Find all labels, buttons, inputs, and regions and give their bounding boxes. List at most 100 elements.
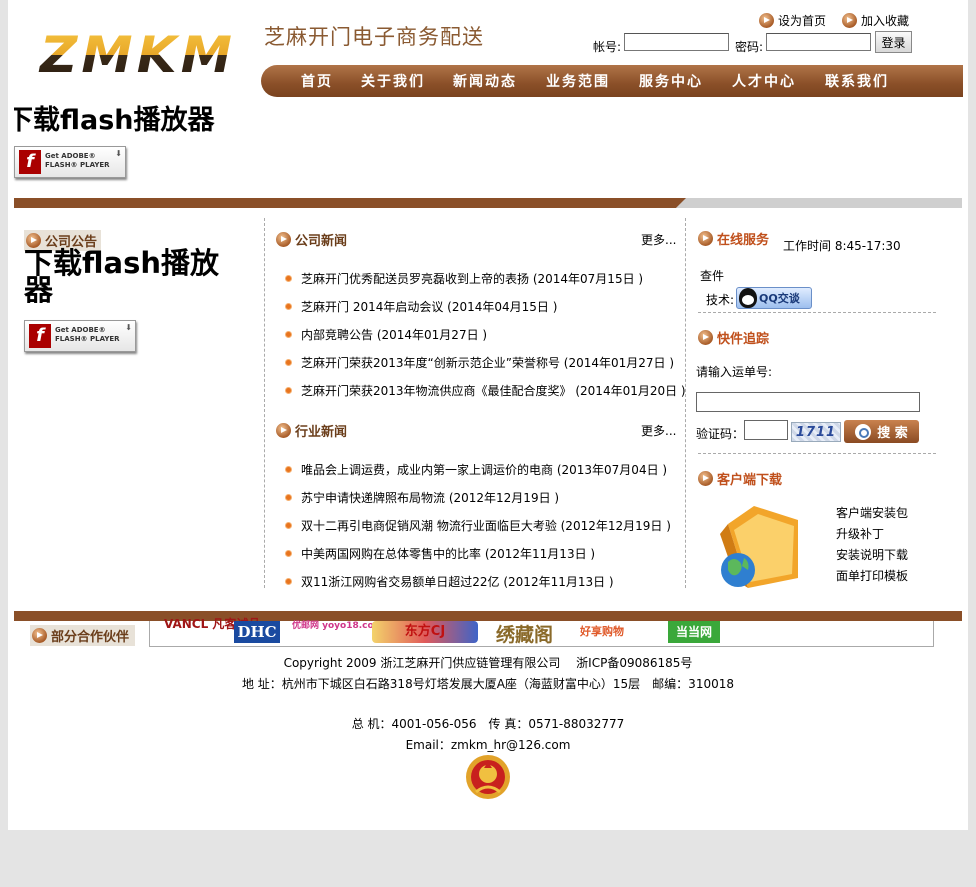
right-column-divider <box>685 218 686 588</box>
police-emblem-icon[interactable] <box>464 752 512 802</box>
page: ZMKM 芝麻开门电子商务配送 设为首页 加入收藏 帐号: 密码: 登录 首页 … <box>8 0 968 830</box>
captcha-input[interactable] <box>744 420 788 440</box>
partners-logos: VANCL 凡客诚品 DHC 优邮网 yoyo18.com 东方CJ 绣藏阁 好… <box>149 618 934 647</box>
nav-news[interactable]: 新闻动态 <box>453 71 517 91</box>
partners-title-text: 部分合作伙伴 <box>51 630 130 645</box>
partner-haoxiang[interactable]: 好享购物 <box>580 621 652 643</box>
arrow-circle-icon <box>276 423 291 438</box>
left-column-divider <box>264 218 265 588</box>
bullet-icon <box>285 387 292 394</box>
industry-news-more-link[interactable]: 更多... <box>641 422 676 439</box>
bullet-icon <box>285 578 292 585</box>
nav-service[interactable]: 服务中心 <box>639 71 703 91</box>
captcha-label: 验证码： <box>696 427 745 441</box>
service-hours: 工作时间 8:45-17:30 <box>783 239 901 253</box>
login-button[interactable]: 登录 <box>875 31 912 53</box>
set-home-label: 设为首页 <box>778 14 827 28</box>
bullet-icon <box>285 303 292 310</box>
download-arrow-icon: ⬇ <box>125 323 132 332</box>
nav-business[interactable]: 业务范围 <box>546 71 610 91</box>
arrow-circle-icon <box>842 13 857 28</box>
site-name: 芝麻开门电子商务配送 <box>264 25 484 49</box>
query-label: 查件 <box>700 269 725 283</box>
magnifier-icon <box>855 423 872 440</box>
download-patch[interactable]: 升级补丁 <box>836 525 884 542</box>
flash-logo-icon: f <box>19 150 41 174</box>
arrow-circle-icon <box>276 232 291 247</box>
list-item[interactable]: 芝麻开门 2014年启动会议 (2014年04月15日 ) <box>285 298 557 315</box>
password-input[interactable] <box>766 33 871 51</box>
list-item[interactable]: 双11浙江网购省交易额单日超过22亿 (2012年11月13日 ) <box>285 573 614 590</box>
company-news-more-link[interactable]: 更多... <box>641 231 676 248</box>
partners-title: 部分合作伙伴 <box>30 625 136 646</box>
add-favorite-label: 加入收藏 <box>861 14 910 28</box>
company-news-title-text: 公司新闻 <box>295 234 348 249</box>
list-item[interactable]: 芝麻开门优秀配送员罗亮磊收到上帝的表扬 (2014年07月15日 ) <box>285 270 643 287</box>
list-item[interactable]: 苏宁申请快递牌照布局物流 (2012年12月19日 ) <box>285 489 559 506</box>
add-favorite-link[interactable]: 加入收藏 <box>842 12 909 29</box>
download-arrow-icon: ⬇ <box>115 149 122 158</box>
tracking-title-text: 快件追踪 <box>717 332 770 347</box>
tracking-number-input[interactable] <box>696 392 920 412</box>
flash-badge-text: Get ADOBE® FLASH® PLAYER <box>45 152 110 169</box>
password-label: 密码: <box>735 40 764 54</box>
set-home-link[interactable]: 设为首页 <box>759 12 826 29</box>
footer-copyright: Copyright 2009 浙江芝麻开门供应链管理有限公司 浙ICP备0908… <box>283 656 693 670</box>
bullet-icon <box>285 275 292 282</box>
zmkm-logo[interactable]: ZMKM <box>36 24 240 82</box>
main-nav: 首页 关于我们 新闻动态 业务范围 服务中心 人才中心 联系我们 <box>261 65 963 97</box>
list-item[interactable]: 内部竞聘公告 (2014年01月27日 ) <box>285 326 487 343</box>
tracking-search-button[interactable]: 搜 索 <box>844 420 919 443</box>
footer-email[interactable]: Email：zmkm_hr@126.com <box>8 736 968 753</box>
download-waybill-template[interactable]: 面单打印模板 <box>836 567 908 584</box>
footer-phone: 总 机：4001-056-056 传 真：0571-88032777 <box>351 717 625 731</box>
partner-dhc[interactable]: DHC <box>234 621 280 643</box>
bottom-separator <box>14 611 962 621</box>
qq-penguin-icon <box>739 288 757 308</box>
nav-home[interactable]: 首页 <box>301 71 333 91</box>
download-install-guide[interactable]: 安装说明下载 <box>836 546 908 563</box>
account-input[interactable] <box>624 33 729 51</box>
partner-vancl[interactable]: VANCL 凡客诚品 <box>164 618 260 630</box>
flash-download-heading[interactable]: 下载flash播放器 <box>14 98 250 137</box>
nav-about[interactable]: 关于我们 <box>361 71 425 91</box>
list-item[interactable]: 芝麻开门荣获2013年度“创新示范企业”荣誉称号 (2014年01月27日 ) <box>285 354 674 371</box>
partner-dangdang[interactable]: 当当网 <box>668 621 720 643</box>
bullet-icon <box>285 331 292 338</box>
captcha-image[interactable]: 1711 <box>791 422 841 442</box>
account-label: 帐号: <box>593 40 622 54</box>
online-service-title: 在线服务 <box>698 229 769 248</box>
flash-logo-icon: f <box>29 324 51 348</box>
arrow-circle-icon <box>32 628 47 643</box>
list-item[interactable]: 中美两国网购在总体零售中的比率 (2012年11月13日 ) <box>285 545 595 562</box>
company-news-list: 芝麻开门优秀配送员罗亮磊收到上帝的表扬 (2014年07月15日 ) 芝麻开门 … <box>285 270 686 410</box>
client-download-title-text: 客户端下载 <box>717 473 783 488</box>
bullet-icon <box>285 466 292 473</box>
arrow-circle-icon <box>698 231 713 246</box>
arrow-circle-icon <box>759 13 774 28</box>
flash-badge-text: Get ADOBE® FLASH® PLAYER <box>55 326 120 343</box>
tracking-title: 快件追踪 <box>698 328 769 347</box>
tracking-divider <box>698 453 936 454</box>
bullet-icon <box>285 550 292 557</box>
download-client-package[interactable]: 客户端安装包 <box>836 504 908 521</box>
get-flash-player-button[interactable]: f Get ADOBE® FLASH® PLAYER ⬇ <box>14 146 126 178</box>
search-button-label: 搜 索 <box>877 426 908 441</box>
logo-text: ZMKM <box>38 26 236 82</box>
list-item[interactable]: 双十二再引电商促销风潮 物流行业面临巨大考验 (2012年12月19日 ) <box>285 517 671 534</box>
flash-banner-clip: 下载flash播放器 <box>14 98 250 138</box>
bullet-icon <box>285 359 292 366</box>
partner-yoyo18[interactable]: 优邮网 yoyo18.com <box>292 621 383 631</box>
partner-dongfang-cj[interactable]: 东方CJ <box>372 621 478 643</box>
list-item[interactable]: 芝麻开门荣获2013年物流供应商《最佳配合度奖》 (2014年01月20日 ) <box>285 382 686 399</box>
announcement-flash-heading[interactable]: 下载flash播放器 <box>24 249 246 305</box>
bullet-icon <box>285 494 292 501</box>
nav-contact[interactable]: 联系我们 <box>825 71 889 91</box>
list-item[interactable]: 唯品会上调运费，成业内第一家上调运价的电商 (2013年07月04日 ) <box>285 461 667 478</box>
company-news-title: 公司新闻 <box>276 230 347 249</box>
nav-careers[interactable]: 人才中心 <box>732 71 796 91</box>
announcement-get-flash-button[interactable]: f Get ADOBE® FLASH® PLAYER ⬇ <box>24 320 136 352</box>
tracking-number-label: 请输入运单号: <box>696 365 773 379</box>
qq-chat-button[interactable]: QQ交谈 <box>736 287 812 309</box>
partner-xiucangge[interactable]: 绣藏阁 <box>496 620 553 647</box>
